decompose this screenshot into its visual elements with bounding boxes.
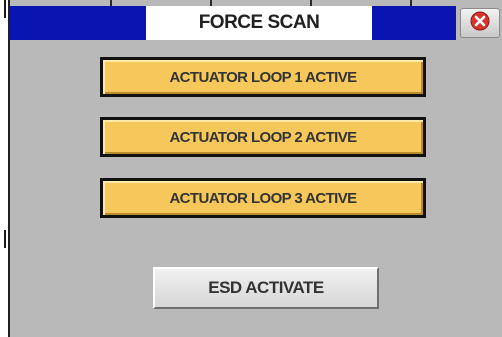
actuator-loop-1-label: ACTUATOR LOOP 1 ACTIVE <box>169 68 357 86</box>
edge-tick <box>4 0 6 18</box>
force-scan-window: FORCE SCAN ACTUATOR LOOP 1 ACTIVE ACTUAT… <box>8 0 502 337</box>
actuator-loop-3-button[interactable]: ACTUATOR LOOP 3 ACTIVE <box>100 178 426 218</box>
actuator-loop-2-button[interactable]: ACTUATOR LOOP 2 ACTIVE <box>100 117 426 157</box>
esd-activate-label: ESD ACTIVATE <box>208 278 324 297</box>
actuator-loop-3-label: ACTUATOR LOOP 3 ACTIVE <box>169 189 357 207</box>
title-bar-fill-left <box>10 6 146 40</box>
title-bar-fill-right <box>372 6 456 40</box>
actuator-loop-1-button[interactable]: ACTUATOR LOOP 1 ACTIVE <box>100 57 426 97</box>
actuator-loop-2-label: ACTUATOR LOOP 2 ACTIVE <box>169 128 357 146</box>
left-edge <box>0 0 6 337</box>
edge-tick <box>4 230 6 248</box>
esd-activate-button[interactable]: ESD ACTIVATE <box>153 267 379 309</box>
window-title: FORCE SCAN <box>146 6 372 40</box>
close-button[interactable] <box>460 8 500 38</box>
close-icon <box>469 10 491 37</box>
title-bar: FORCE SCAN <box>10 0 502 42</box>
